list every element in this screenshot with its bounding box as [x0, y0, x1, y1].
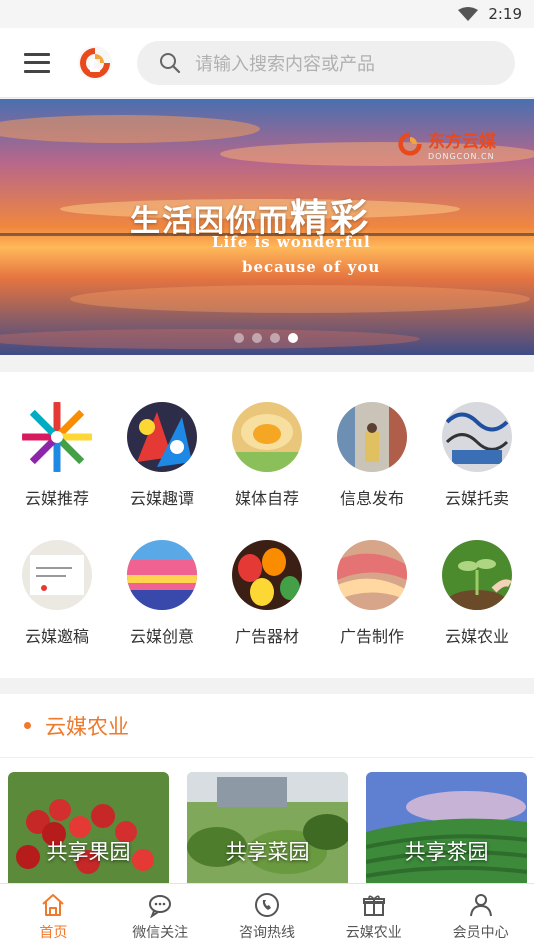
carousel-image: [127, 540, 197, 610]
category-item-yunmei-recommend[interactable]: 云媒推荐: [7, 402, 107, 509]
wifi-icon: [458, 7, 479, 21]
status-bar: 2:19: [0, 0, 534, 28]
search-icon: [160, 52, 181, 73]
card-shared-orchard[interactable]: 共享果园: [8, 772, 169, 884]
category-label: 媒体自荐: [234, 489, 299, 508]
category-label: 广告制作: [339, 627, 404, 646]
sprout-image: [442, 540, 512, 614]
nav-member[interactable]: 会员中心: [427, 884, 534, 949]
street-image: [337, 402, 407, 472]
category-grid: 云媒推荐 云媒趣谭 媒体自荐 信息发布 云媒托卖 云媒邀稿 云媒创意 广告器材 …: [0, 372, 534, 678]
carousel-dot-active[interactable]: [288, 333, 298, 343]
card-label: 共享果园: [46, 840, 131, 864]
category-item-ad-equipment[interactable]: 广告器材: [217, 540, 317, 647]
section-cards: 共享果园 共享菜园 共享茶园: [8, 772, 527, 884]
nav-label: 咨询热线: [238, 925, 295, 941]
fabric-image: [337, 540, 407, 610]
category-label: 云媒邀稿: [24, 627, 89, 646]
chat-icon: [149, 895, 172, 918]
carousel-indicator: [234, 333, 298, 343]
colorful-art-image: [127, 402, 197, 472]
card-shared-vegetable-garden[interactable]: 共享菜园: [187, 772, 348, 884]
category-item-ad-production[interactable]: 广告制作: [322, 540, 422, 647]
carousel-dot[interactable]: [270, 333, 280, 343]
lanterns-image: [232, 540, 302, 610]
category-item-info-publish[interactable]: 信息发布: [322, 402, 422, 509]
carousel-dot[interactable]: [252, 333, 262, 343]
graffiti-image: [442, 402, 512, 472]
nav-agriculture[interactable]: 云媒农业: [320, 884, 427, 949]
home-icon: [42, 894, 65, 916]
flower-image: [232, 402, 302, 472]
slogan-en-line2: because of you: [242, 258, 381, 276]
status-time: 2:19: [488, 5, 522, 23]
category-item-yunmei-creative[interactable]: 云媒创意: [112, 540, 212, 647]
app-header: 请输入搜索内容或产品: [0, 28, 534, 98]
card-label: 共享菜园: [225, 840, 310, 864]
category-label: 信息发布: [339, 489, 404, 508]
agriculture-section: 云媒农业 共享果园 共享菜园 共享茶园: [0, 694, 534, 884]
category-item-yunmei-invite[interactable]: 云媒邀稿: [7, 540, 107, 647]
app-screen: 2:19 请输入搜索内容或产品 东方云媒 DONGCON.CN 生活因你而精彩 …: [0, 0, 534, 949]
gift-icon: [362, 895, 385, 916]
nav-hotline[interactable]: 咨询热线: [214, 884, 321, 949]
nav-label: 会员中心: [452, 925, 509, 941]
nav-wechat[interactable]: 微信关注: [107, 884, 214, 949]
app-logo[interactable]: [77, 45, 113, 81]
category-label: 云媒托卖: [444, 489, 509, 508]
category-label: 广告器材: [234, 627, 299, 646]
search-bar[interactable]: 请输入搜索内容或产品: [137, 40, 515, 85]
section-dot-icon: [24, 722, 31, 729]
nav-home[interactable]: 首页: [0, 884, 107, 949]
section-title: 云媒农业: [45, 714, 129, 739]
phone-icon: [254, 893, 279, 917]
menu-icon[interactable]: [24, 52, 50, 73]
category-label: 云媒创意: [129, 627, 194, 646]
nav-label: 首页: [39, 925, 68, 941]
brand-domain: DONGCON.CN: [428, 152, 495, 161]
banner-brand: 东方云媒 DONGCON.CN: [396, 127, 496, 161]
section-header: 云媒农业: [0, 694, 534, 758]
carousel-dot[interactable]: [234, 333, 244, 343]
category-label: 云媒推荐: [24, 489, 89, 508]
category-item-yunmei-consign[interactable]: 云媒托卖: [427, 402, 527, 509]
tea-garden-image: [366, 772, 527, 884]
search-placeholder: 请输入搜索内容或产品: [195, 53, 375, 75]
category-item-yunmei-agriculture[interactable]: 云媒农业: [427, 540, 527, 647]
category-label: 云媒趣谭: [129, 489, 194, 508]
card-label: 共享茶园: [404, 840, 489, 864]
category-item-yunmei-tales[interactable]: 云媒趣谭: [112, 402, 212, 509]
banner-carousel[interactable]: 东方云媒 DONGCON.CN 生活因你而精彩 Life is wonderfu…: [0, 99, 534, 355]
slogan-en-line1: Life is wonderful: [212, 233, 371, 251]
bottom-nav: 首页 微信关注 咨询热线 云媒农业 会员中心: [0, 883, 534, 949]
writing-image: [22, 540, 92, 610]
card-shared-tea-garden[interactable]: 共享茶园: [366, 772, 527, 884]
nav-label: 微信关注: [132, 925, 189, 941]
brand-logo-icon: [398, 132, 422, 156]
cherries-image: [8, 772, 169, 884]
brand-name: 东方云媒: [428, 132, 496, 152]
vegetable-garden-image: [187, 772, 348, 884]
user-icon: [469, 894, 492, 917]
color-pencils-image: [22, 402, 92, 472]
nav-label: 云媒农业: [345, 925, 402, 941]
category-item-media-self-recommend[interactable]: 媒体自荐: [217, 402, 317, 509]
category-label: 云媒农业: [444, 627, 509, 646]
